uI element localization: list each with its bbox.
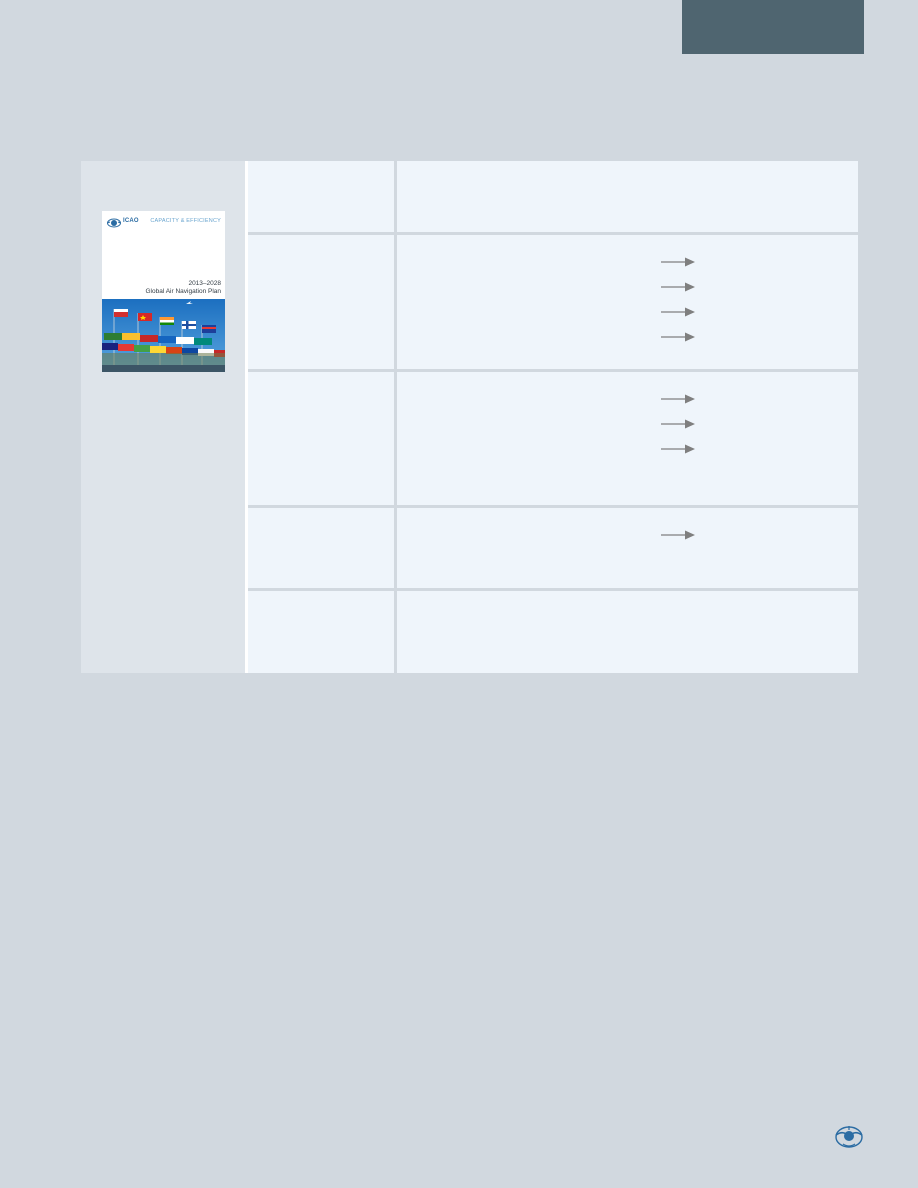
icao-emblem-icon bbox=[107, 218, 121, 228]
table-row bbox=[248, 591, 858, 673]
cover-column: ICAO CAPACITY & EFFICIENCY 2013–2028 Glo… bbox=[81, 161, 245, 673]
row-label-cell bbox=[248, 508, 394, 588]
right-arrow-icon bbox=[661, 444, 695, 454]
right-arrow-icon bbox=[661, 530, 695, 540]
row-label-cell bbox=[248, 235, 394, 369]
right-arrow-icon bbox=[661, 257, 695, 267]
right-arrow-icon bbox=[661, 282, 695, 292]
right-arrow-icon bbox=[661, 332, 695, 342]
right-arrow-icon bbox=[661, 419, 695, 429]
row-content-cell bbox=[397, 372, 858, 505]
gano-cover-image: ICAO CAPACITY & EFFICIENCY 2013–2028 Glo… bbox=[102, 211, 225, 372]
table-row bbox=[248, 508, 858, 588]
row-content-cell bbox=[397, 161, 858, 232]
right-arrow-icon bbox=[661, 307, 695, 317]
right-arrow-icon bbox=[661, 394, 695, 404]
table-row bbox=[248, 161, 858, 232]
cover-flags-photo bbox=[102, 299, 225, 372]
row-content-cell bbox=[397, 591, 858, 673]
row-label-cell bbox=[248, 591, 394, 673]
row-content-cell bbox=[397, 508, 858, 588]
table-row bbox=[248, 235, 858, 369]
header-tab bbox=[682, 0, 864, 54]
row-label-cell bbox=[248, 372, 394, 505]
cover-header: ICAO CAPACITY & EFFICIENCY bbox=[107, 217, 223, 229]
plan-summary-table: ICAO CAPACITY & EFFICIENCY 2013–2028 Glo… bbox=[81, 161, 858, 673]
row-label-cell bbox=[248, 161, 394, 232]
cover-category: CAPACITY & EFFICIENCY bbox=[150, 218, 221, 224]
icao-emblem-icon bbox=[835, 1126, 863, 1148]
cover-title: Global Air Navigation Plan bbox=[145, 288, 221, 295]
cover-logo-text: ICAO bbox=[123, 218, 139, 224]
row-content-cell bbox=[397, 235, 858, 369]
cover-years: 2013–2028 bbox=[188, 280, 221, 287]
table-row bbox=[248, 372, 858, 505]
